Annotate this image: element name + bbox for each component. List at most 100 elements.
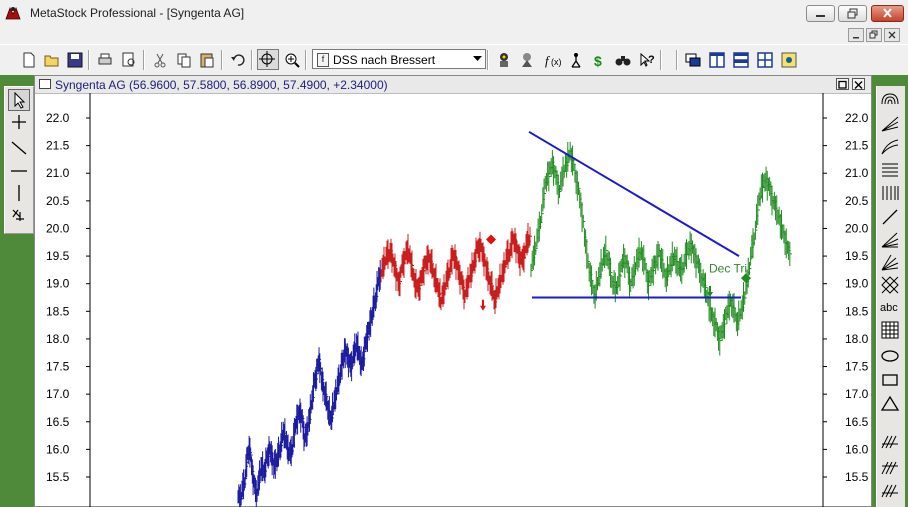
y-tick-label-right: 16.5 — [845, 415, 869, 429]
rectangle-tool[interactable] — [879, 369, 901, 391]
tools-more-2-icon — [881, 461, 898, 475]
vertical-bars-tool[interactable] — [879, 182, 901, 204]
ellipse-tool[interactable] — [879, 345, 901, 367]
print-preview-button[interactable] — [120, 51, 138, 69]
help-icon: ? — [640, 52, 655, 67]
mdi-minimize-button[interactable] — [848, 28, 864, 42]
mdi-restore-button[interactable] — [866, 28, 882, 42]
chart-caption-text: Syngenta AG (56.9600, 57.5800, 56.8900, … — [55, 78, 388, 92]
vertical-line-tool[interactable] — [8, 182, 30, 204]
mdi-close-button[interactable] — [884, 28, 900, 42]
trendline-tool[interactable] — [8, 137, 30, 159]
y-tick-label-left: 21.0 — [46, 166, 70, 180]
window-tile-button[interactable] — [684, 51, 702, 69]
layout-icon — [781, 52, 797, 68]
tools-more-3-icon — [881, 484, 898, 498]
trendline[interactable] — [528, 130, 740, 257]
formula-selector[interactable]: f DSS nach Bressert — [312, 49, 486, 69]
trendline-icon — [11, 141, 27, 155]
new-button[interactable] — [20, 51, 38, 69]
cross-icon — [12, 115, 26, 129]
close-button[interactable] — [871, 5, 904, 22]
triangle-tool[interactable] — [879, 393, 901, 415]
crosshair-button[interactable] — [257, 49, 279, 70]
drawing-toolbar-left — [4, 86, 34, 234]
vertical-line-icon — [18, 185, 20, 201]
toolbar-separator — [305, 50, 307, 70]
arc-icon — [881, 139, 899, 155]
toolbar-separator — [251, 50, 253, 70]
print-button[interactable] — [96, 51, 114, 69]
print-icon — [98, 53, 112, 65]
cross-tool[interactable] — [8, 111, 30, 133]
restore-button[interactable] — [838, 5, 867, 22]
cut-button[interactable] — [151, 51, 169, 69]
y-tick-label-right: 15.5 — [845, 470, 869, 484]
system-tester-icon — [571, 53, 581, 68]
retracement-tool[interactable] — [879, 159, 901, 181]
arc-tool[interactable] — [879, 136, 901, 158]
y-tick-label-right: 17.5 — [845, 360, 869, 374]
tools-more-tool[interactable] — [879, 430, 901, 452]
minimize-icon — [816, 15, 825, 17]
metastock-logo-icon — [5, 6, 21, 20]
chart-maximize-button[interactable] — [836, 78, 849, 90]
speed-lines-icon — [881, 232, 899, 248]
cut-tool-icon — [12, 209, 24, 221]
grid-tool-tool[interactable] — [879, 274, 901, 296]
table-tool-icon — [881, 321, 899, 339]
system-tester-button[interactable] — [567, 51, 585, 69]
speed-lines-tool[interactable] — [879, 229, 901, 251]
chart-close-button[interactable] — [852, 78, 865, 90]
y-tick-label-right: 19.0 — [845, 277, 869, 291]
cycle-tool[interactable] — [879, 90, 901, 112]
expert-button[interactable] — [495, 51, 513, 69]
expert-icon — [500, 53, 508, 67]
dollar-button[interactable]: $ — [590, 51, 608, 69]
y-tick-label-right: 20.5 — [845, 194, 869, 208]
y-tick-label-left: 16.5 — [46, 415, 70, 429]
y-tick-label-left: 20.5 — [46, 194, 70, 208]
pointer-tool[interactable] — [8, 89, 30, 111]
line-tool[interactable] — [879, 206, 901, 228]
fan-tool[interactable] — [879, 113, 901, 135]
undo-button[interactable] — [229, 51, 247, 69]
retracement-icon — [882, 163, 898, 177]
grid-button[interactable] — [756, 51, 774, 69]
y-tick-label-left: 19.0 — [46, 277, 70, 291]
undo-icon — [231, 54, 245, 66]
minimize-button[interactable] — [806, 5, 835, 22]
horizontal-line-tool[interactable] — [8, 160, 30, 182]
layout-button[interactable] — [780, 51, 798, 69]
price-chart[interactable]: 22.0 22.0 21.5 21.5 21.0 21.0 20.5 20.5 20.0 20.0… — [36, 93, 871, 507]
columns-button[interactable] — [708, 51, 726, 69]
chevron-down-icon[interactable] — [473, 56, 482, 62]
tools-more-2-tool[interactable] — [879, 456, 901, 478]
y-tick-label-right: 16.0 — [845, 442, 869, 456]
chart-window[interactable]: Syngenta AG (56.9600, 57.5800, 56.8900, … — [34, 75, 872, 507]
save-button[interactable] — [66, 51, 84, 69]
explorer-button[interactable] — [518, 51, 536, 69]
rows-button[interactable] — [732, 51, 750, 69]
zoom-button[interactable] — [283, 51, 301, 69]
binoculars-button[interactable] — [614, 51, 632, 69]
tools-more-icon — [881, 435, 898, 449]
copy-icon — [177, 53, 191, 68]
paste-button[interactable] — [198, 51, 216, 69]
y-tick-label-left: 22.0 — [46, 111, 70, 125]
y-tick-label-right: 20.0 — [845, 221, 869, 235]
grid-tool-icon — [881, 276, 899, 294]
indicator-builder-button[interactable]: f (x) — [543, 51, 561, 69]
tools-more-3-tool[interactable] — [879, 479, 901, 501]
fan-icon — [881, 116, 899, 132]
help-button[interactable]: ? — [638, 51, 656, 69]
cut-tool[interactable] — [8, 204, 30, 226]
table-tool-tool[interactable] — [879, 319, 901, 341]
svg-text:$: $ — [594, 53, 602, 69]
text-tool-tool[interactable]: abc — [879, 296, 901, 318]
y-tick-label-right: 21.0 — [845, 166, 869, 180]
open-button[interactable] — [43, 51, 61, 69]
formula-icon: f — [317, 53, 329, 67]
gann-fan-tool[interactable] — [879, 252, 901, 274]
copy-button[interactable] — [175, 51, 193, 69]
